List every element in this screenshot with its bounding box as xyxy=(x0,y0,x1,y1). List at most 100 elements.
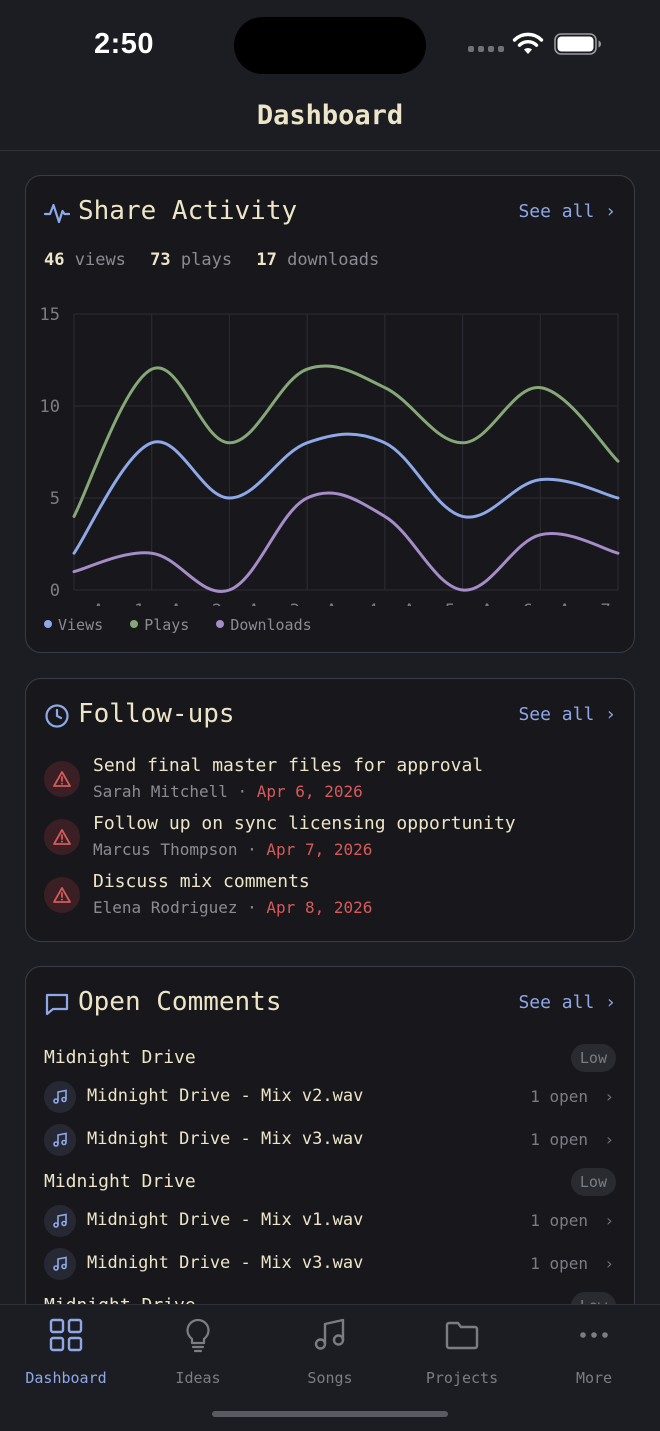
chevron-right-icon: › xyxy=(605,201,616,222)
see-all-link[interactable]: See all › xyxy=(518,704,616,725)
follow-up-title: Follow up on sync licensing opportunity xyxy=(93,813,516,834)
y-tick-label: 0 xyxy=(50,581,60,601)
follow-up-date: Apr 6, 2026 xyxy=(256,782,363,801)
tab-songs[interactable]: Songs xyxy=(264,1315,396,1387)
card-header: Open Comments See all › xyxy=(44,987,616,1023)
open-count: 1 open xyxy=(530,1254,588,1273)
chevron-right-icon: › xyxy=(604,1211,614,1230)
comment-group-title: Midnight Drive xyxy=(44,1047,196,1068)
warning-icon xyxy=(44,819,80,855)
views-label: views xyxy=(74,250,126,270)
open-count: 1 open xyxy=(530,1087,588,1106)
comment-icon xyxy=(45,993,69,1016)
x-tick-label: Apr 4 xyxy=(326,601,377,606)
see-all-link[interactable]: See all › xyxy=(518,992,616,1013)
comment-file-row[interactable]: Midnight Drive - Mix v1.wav 1 open › xyxy=(44,1205,616,1241)
warning-icon xyxy=(44,761,80,797)
music-file-icon xyxy=(44,1124,76,1156)
card-header: Follow-ups See all › xyxy=(44,699,616,735)
follow-up-item[interactable]: Discuss mix comments Elena Rodriguez · A… xyxy=(44,871,616,929)
tab-dashboard[interactable]: Dashboard xyxy=(0,1315,132,1387)
music-file-icon xyxy=(44,1248,76,1280)
chevron-right-icon: › xyxy=(604,1130,614,1149)
downloads-label: downloads xyxy=(287,250,380,270)
chevron-right-icon: › xyxy=(604,1254,614,1273)
cellular-signal-icon xyxy=(468,46,504,54)
follow-up-title: Send final master files for approval xyxy=(93,755,484,776)
tab-label: Dashboard xyxy=(25,1369,107,1387)
music-note-icon xyxy=(314,1318,345,1350)
views-count: 46 xyxy=(44,250,65,270)
y-tick-label: 10 xyxy=(40,397,60,417)
tab-label: Projects xyxy=(425,1369,499,1387)
chevron-right-icon: › xyxy=(605,992,616,1013)
tab-projects[interactable]: Projects xyxy=(396,1315,528,1387)
follow-up-item[interactable]: Send final master files for approval Sar… xyxy=(44,755,616,813)
dashboard-scroll[interactable]: Share Activity See all › 46 views 73 pla… xyxy=(0,151,660,1304)
x-tick-label: Apr 2 xyxy=(171,601,222,606)
chevron-right-icon: › xyxy=(604,1087,614,1106)
x-tick-label: Apr 1 xyxy=(93,601,144,606)
y-tick-label: 15 xyxy=(40,305,60,325)
dynamic-island xyxy=(234,17,426,74)
page-title: Dashboard xyxy=(256,100,404,131)
follow-up-meta: Elena Rodriguez · Apr 8, 2026 xyxy=(93,898,373,917)
downloads-count: 17 xyxy=(256,250,277,270)
comment-group-title: Midnight Drive xyxy=(44,1295,196,1304)
follow-up-item[interactable]: Follow up on sync licensing opportunity … xyxy=(44,813,616,871)
status-time: 2:50 xyxy=(94,28,155,60)
clock-icon xyxy=(45,704,69,728)
open-comments-card: Open Comments See all › Midnight Drive L… xyxy=(25,966,635,1304)
see-all-link[interactable]: See all › xyxy=(518,201,616,222)
priority-badge: Low xyxy=(570,1044,616,1072)
tab-ideas[interactable]: Ideas xyxy=(132,1315,264,1387)
lightbulb-icon xyxy=(186,1318,210,1353)
x-tick-label: Apr 3 xyxy=(249,601,300,606)
file-name: Midnight Drive - Mix v1.wav xyxy=(87,1210,364,1230)
comment-file-row[interactable]: Midnight Drive - Mix v3.wav 1 open › xyxy=(44,1248,616,1284)
follow-up-date: Apr 7, 2026 xyxy=(266,840,373,859)
tab-label: More xyxy=(575,1369,613,1387)
x-tick-label: Apr 7 xyxy=(560,601,611,606)
chevron-right-icon: › xyxy=(605,704,616,725)
follow-up-list: Send final master files for approval Sar… xyxy=(44,755,616,929)
share-activity-card: Share Activity See all › 46 views 73 pla… xyxy=(25,175,635,653)
follow-up-meta: Sarah Mitchell · Apr 6, 2026 xyxy=(93,782,363,801)
music-file-icon xyxy=(44,1081,76,1113)
warning-icon xyxy=(44,877,80,913)
open-count: 1 open xyxy=(530,1130,588,1149)
comment-file-row[interactable]: Midnight Drive - Mix v2.wav 1 open › xyxy=(44,1081,616,1117)
x-tick-label: Apr 6 xyxy=(482,601,533,606)
x-tick-label: Apr 5 xyxy=(404,601,455,606)
chart-legend: Views Plays Downloads xyxy=(44,616,330,634)
comment-file-row[interactable]: Midnight Drive - Mix v3.wav 1 open › xyxy=(44,1124,616,1160)
tab-label: Songs xyxy=(307,1369,353,1387)
plays-count: 73 xyxy=(150,250,171,270)
card-header: Share Activity See all › xyxy=(44,196,616,232)
card-title: Share Activity xyxy=(78,196,298,226)
card-title: Open Comments xyxy=(78,987,282,1017)
follow-ups-card: Follow-ups See all › Send final master f… xyxy=(25,678,635,942)
comment-group-title: Midnight Drive xyxy=(44,1171,196,1192)
share-activity-chart: 15 10 5 0 Apr 1 Apr 2 Apr 3 Apr 4 Apr 5 Apr 6 Apr … xyxy=(40,305,620,606)
tab-label: Ideas xyxy=(175,1369,221,1387)
follow-up-meta: Marcus Thompson · Apr 7, 2026 xyxy=(93,840,373,859)
open-count: 1 open xyxy=(530,1211,588,1230)
share-metrics: 46 views 73 plays 17 downloads xyxy=(44,250,379,270)
y-tick-label: 5 xyxy=(50,489,60,509)
priority-badge: Low xyxy=(570,1168,616,1196)
folder-icon xyxy=(445,1321,479,1350)
priority-badge: Low xyxy=(570,1292,616,1304)
legend-item-downloads: Downloads xyxy=(216,616,312,634)
activity-icon xyxy=(44,203,70,224)
plays-label: plays xyxy=(180,250,233,270)
file-name: Midnight Drive - Mix v3.wav xyxy=(87,1253,364,1273)
status-bar: 2:50 xyxy=(0,0,660,90)
nav-header: Dashboard xyxy=(0,90,660,151)
music-file-icon xyxy=(44,1205,76,1237)
tab-more[interactable]: More xyxy=(528,1315,660,1387)
more-dots-icon xyxy=(580,1332,608,1338)
series-line-downloads xyxy=(72,491,620,593)
file-name: Midnight Drive - Mix v3.wav xyxy=(87,1129,364,1149)
wifi-icon xyxy=(512,32,544,54)
